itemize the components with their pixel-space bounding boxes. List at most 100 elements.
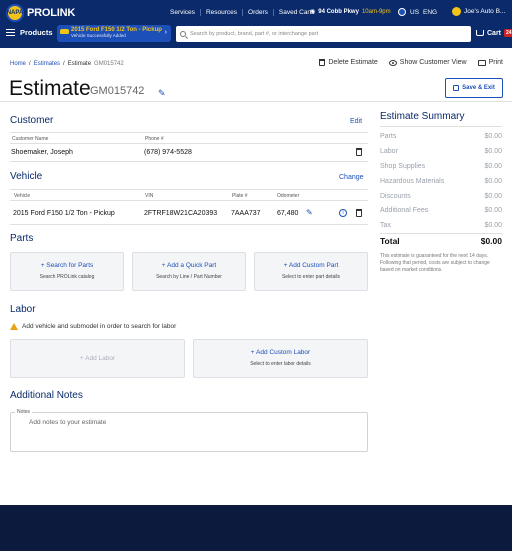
car-icon — [60, 29, 69, 34]
estimate-actions: Delete Estimate Show Customer View Print — [319, 59, 503, 66]
account-avatar-icon — [452, 7, 461, 16]
vehicle-plate: 7AAA737 — [231, 210, 261, 217]
summary-row-total: Total $0.00 — [380, 236, 502, 246]
summary-row-tax: Tax $0.00 — [380, 222, 502, 229]
save-and-exit-label: Save & Exit — [462, 85, 495, 91]
trash-icon — [319, 59, 326, 66]
add-custom-part-card[interactable]: + Add Custom Part Select to enter part d… — [254, 252, 368, 291]
edit-customer-link[interactable]: Edit — [350, 118, 362, 125]
summary-label: Tax — [380, 222, 391, 229]
store-selector[interactable]: ◉ 94 Cobb Pkwy 10am-9pm — [310, 8, 391, 16]
add-custom-part-title: + Add Custom Part — [283, 262, 339, 269]
summary-label: Parts — [380, 133, 397, 140]
print-button[interactable]: Print — [477, 59, 503, 66]
location-pin-icon: ◉ — [310, 9, 316, 15]
search-for-parts-title: + Search for Parts — [40, 262, 94, 269]
breadcrumb: Home / Estimates / Estimate GM015742 — [10, 61, 124, 67]
vehicle-info-icon[interactable]: i — [339, 209, 347, 217]
labor-warning-text: Add vehicle and submodel in order to sea… — [22, 323, 177, 330]
save-icon — [453, 85, 460, 91]
edit-odometer-icon[interactable]: ✎ — [306, 208, 313, 217]
summary-label: Hazardous Materials — [380, 178, 445, 185]
nav-resources[interactable]: Resources — [201, 9, 244, 16]
notes-label: Notes — [15, 409, 33, 415]
page-footer — [0, 505, 512, 551]
add-quick-part-card[interactable]: + Add a Quick Part Search by Line / Part… — [132, 252, 246, 291]
summary-value: $0.00 — [484, 178, 502, 185]
header-divider — [0, 101, 512, 102]
change-vehicle-link[interactable]: Change — [339, 174, 364, 181]
country-code: US — [410, 8, 420, 16]
vehicle-name: 2015 Ford F150 1/2 Ton - Pickup — [13, 210, 115, 217]
summary-label: Discounts — [380, 193, 411, 200]
summary-row-labor: Labor $0.00 — [380, 148, 502, 155]
delete-vehicle-icon[interactable] — [356, 209, 362, 217]
summary-row-discounts: Discounts $0.00 — [380, 193, 502, 200]
summary-label: Labor — [380, 148, 398, 155]
search-icon — [180, 31, 186, 37]
notes-textarea[interactable] — [29, 419, 359, 445]
hamburger-icon — [6, 29, 15, 36]
add-labor-title: + Add Labor — [79, 355, 116, 362]
customer-heading: Customer — [10, 115, 54, 126]
napa-prolink-logo[interactable]: NAPA PROLINK — [6, 3, 75, 23]
add-custom-labor-title: + Add Custom Labor — [250, 349, 311, 356]
show-customer-view-button[interactable]: Show Customer View — [388, 59, 467, 66]
save-and-exit-button[interactable]: Save & Exit — [445, 78, 503, 98]
add-quick-part-sub: Search by Line / Part Number — [156, 274, 222, 280]
search-for-parts-card[interactable]: + Search for Parts Search PROLink catalo… — [10, 252, 124, 291]
vehicle-table-header: Vehicle VIN Plate # Odometer — [10, 189, 368, 201]
cart-count-badge: 24 — [504, 29, 512, 37]
breadcrumb-home[interactable]: Home — [10, 61, 26, 67]
labor-heading: Labor — [10, 304, 36, 315]
breadcrumb-current: Estimate — [67, 61, 92, 67]
col-customer-name: Customer Name — [12, 136, 49, 142]
search-bar — [176, 26, 471, 42]
search-input[interactable] — [190, 31, 460, 37]
summary-row-shop-supplies: Shop Supplies $0.00 — [380, 163, 502, 170]
summary-label: Additional Fees — [380, 207, 429, 214]
breadcrumb-separator: / — [29, 61, 31, 67]
summary-value: $0.00 — [484, 133, 502, 140]
page-title: Estimate — [9, 77, 91, 100]
account-name: Joe's Auto B... — [464, 8, 506, 15]
nav-services[interactable]: Services — [165, 9, 201, 16]
summary-total-label: Total — [380, 236, 400, 246]
delete-estimate-button[interactable]: Delete Estimate — [319, 59, 378, 66]
cart-button[interactable]: Cart 24 — [476, 29, 512, 37]
summary-total-value: $0.00 — [480, 236, 502, 246]
top-nav-links: Services Resources Orders Saved Carts — [165, 9, 320, 16]
locale-selector[interactable]: US ENG — [398, 8, 437, 16]
notes-field: Notes — [10, 409, 368, 452]
add-quick-part-title: + Add a Quick Part — [161, 262, 217, 269]
summary-value: $0.00 — [484, 207, 502, 214]
products-label: Products — [20, 28, 53, 37]
breadcrumb-estimates[interactable]: Estimates — [34, 61, 60, 67]
vehicle-selector[interactable]: 2015 Ford F150 1/2 Ton - Pickup Vehicle … — [57, 25, 171, 42]
summary-divider — [380, 233, 502, 234]
summary-row-parts: Parts $0.00 — [380, 133, 502, 140]
cart-icon — [476, 30, 484, 36]
search-for-parts-sub: Search PROLink catalog — [39, 274, 95, 280]
breadcrumb-separator: / — [63, 61, 65, 67]
add-custom-labor-card[interactable]: + Add Custom Labor Select to enter labor… — [193, 339, 368, 378]
napa-logo-icon: NAPA — [6, 4, 24, 22]
account-menu[interactable]: Joe's Auto B... — [452, 7, 505, 16]
add-labor-card: + Add Labor — [10, 339, 185, 378]
nav-orders[interactable]: Orders — [243, 9, 274, 16]
delete-customer-icon[interactable] — [356, 148, 362, 156]
vehicle-row: 2015 Ford F150 1/2 Ton - Pickup 2FTRF18W… — [10, 203, 368, 225]
summary-divider — [380, 126, 502, 127]
vehicle-odometer: 67,480 — [277, 210, 299, 217]
products-menu-button[interactable]: Products — [6, 28, 53, 37]
vehicle-heading: Vehicle — [10, 171, 43, 182]
print-label: Print — [488, 59, 503, 66]
labor-warning: Add vehicle and submodel in order to sea… — [10, 323, 176, 330]
summary-value: $0.00 — [484, 163, 502, 170]
store-hours: 10am-9pm — [361, 8, 391, 15]
estimate-summary-heading: Estimate Summary — [380, 111, 465, 122]
col-vehicle: Vehicle — [14, 193, 31, 199]
chevron-right-icon: › — [164, 29, 167, 36]
edit-estimate-name-icon[interactable]: ✎ — [158, 88, 166, 99]
logo-text: PROLINK — [27, 7, 76, 19]
